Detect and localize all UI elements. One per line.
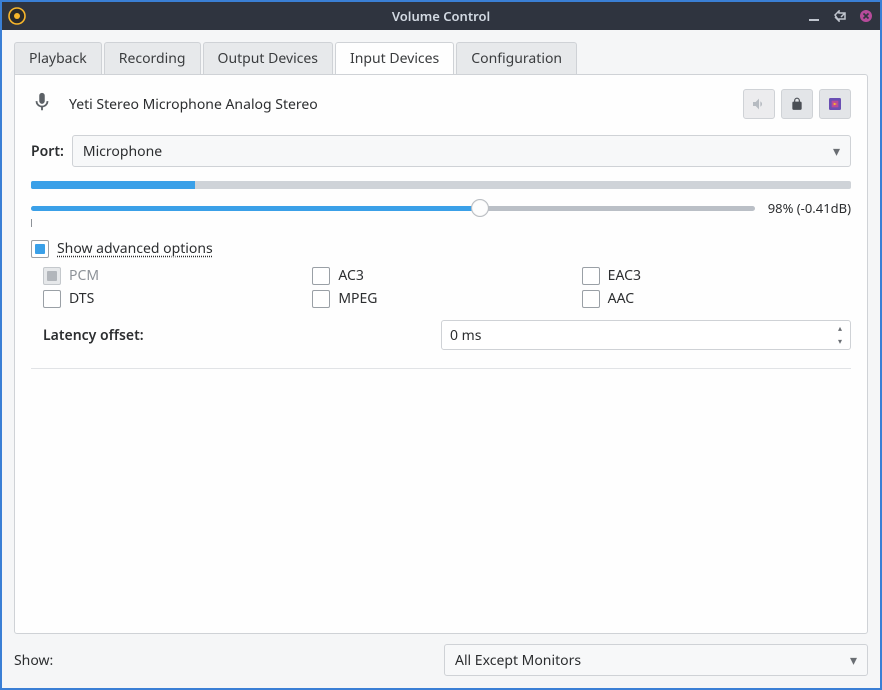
volume-slider-row: 98% (-0.41dB) <box>31 199 851 217</box>
port-select[interactable]: Microphone ▾ <box>72 135 851 167</box>
advanced-toggle: Show advanced options <box>31 239 851 258</box>
window-title: Volume Control <box>392 7 490 25</box>
advanced-checkbox[interactable] <box>31 240 49 258</box>
latency-value: 0 ms <box>450 326 481 345</box>
chevron-down-icon: ▾ <box>850 651 857 670</box>
tab-recording[interactable]: Recording <box>104 42 201 74</box>
maximize-button[interactable] <box>832 8 848 24</box>
mute-button[interactable] <box>743 89 775 119</box>
port-select-value: Microphone <box>83 142 162 161</box>
latency-label: Latency offset: <box>31 326 431 345</box>
app-body: Playback Recording Output Devices Input … <box>2 30 880 688</box>
tab-playback[interactable]: Playback <box>14 42 102 74</box>
codec-ac3-label: AC3 <box>338 266 364 285</box>
codec-dts-label: DTS <box>69 289 94 308</box>
slider-ticks <box>31 219 851 229</box>
app-icon <box>8 7 26 25</box>
close-button[interactable] <box>858 8 874 24</box>
show-select[interactable]: All Except Monitors ▾ <box>444 644 868 676</box>
codec-eac3-label: EAC3 <box>608 266 641 285</box>
tab-configuration[interactable]: Configuration <box>456 42 577 74</box>
tab-output-devices[interactable]: Output Devices <box>203 42 333 74</box>
latency-row: Latency offset: 0 ms ▴ ▾ <box>31 320 851 350</box>
slider-thumb[interactable] <box>471 199 489 217</box>
advanced-label[interactable]: Show advanced options <box>57 239 213 258</box>
titlebar: Volume Control <box>2 2 880 30</box>
codec-eac3-checkbox[interactable] <box>582 267 600 285</box>
volume-slider[interactable] <box>31 199 755 217</box>
port-row: Port: Microphone ▾ <box>31 135 851 167</box>
codec-aac: AAC <box>582 289 851 308</box>
lock-channels-button[interactable] <box>781 89 813 119</box>
set-default-button[interactable] <box>819 89 851 119</box>
device-name: Yeti Stereo Microphone Analog Stereo <box>69 95 727 114</box>
codec-pcm-label: PCM <box>69 266 99 285</box>
codec-ac3-checkbox[interactable] <box>312 267 330 285</box>
show-label: Show: <box>14 651 434 670</box>
codec-aac-label: AAC <box>608 289 634 308</box>
footer: Show: All Except Monitors ▾ <box>2 634 880 688</box>
level-meter <box>31 181 851 189</box>
codec-mpeg-label: MPEG <box>338 289 377 308</box>
show-select-value: All Except Monitors <box>455 651 581 670</box>
device-header: Yeti Stereo Microphone Analog Stereo <box>31 89 851 119</box>
window-controls <box>806 2 874 30</box>
codec-pcm: PCM <box>43 266 312 285</box>
codec-mpeg: MPEG <box>312 289 581 308</box>
spin-buttons: ▴ ▾ <box>832 322 848 348</box>
minimize-button[interactable] <box>806 8 822 24</box>
latency-spinbox[interactable]: 0 ms ▴ ▾ <box>441 320 851 350</box>
codec-pcm-checkbox <box>43 267 61 285</box>
codec-aac-checkbox[interactable] <box>582 290 600 308</box>
tab-input-devices[interactable]: Input Devices <box>335 42 454 74</box>
divider <box>31 368 851 369</box>
chevron-down-icon: ▾ <box>833 142 840 161</box>
spin-down-button[interactable]: ▾ <box>832 335 848 348</box>
codec-grid: PCM AC3 EAC3 DTS MPEG AAC <box>31 266 851 308</box>
slider-fill <box>31 206 480 211</box>
tabs: Playback Recording Output Devices Input … <box>2 30 880 74</box>
codec-dts-checkbox[interactable] <box>43 290 61 308</box>
device-header-buttons <box>743 89 851 119</box>
spin-up-button[interactable]: ▴ <box>832 322 848 335</box>
volume-readout: 98% (-0.41dB) <box>763 199 851 217</box>
tab-panel-input-devices: Yeti Stereo Microphone Analog Stereo <box>14 74 868 634</box>
codec-ac3: AC3 <box>312 266 581 285</box>
codec-eac3: EAC3 <box>582 266 851 285</box>
level-meter-fill <box>31 181 195 189</box>
port-label: Port: <box>31 142 64 161</box>
codec-dts: DTS <box>43 289 312 308</box>
codec-mpeg-checkbox[interactable] <box>312 290 330 308</box>
microphone-icon <box>31 91 53 118</box>
